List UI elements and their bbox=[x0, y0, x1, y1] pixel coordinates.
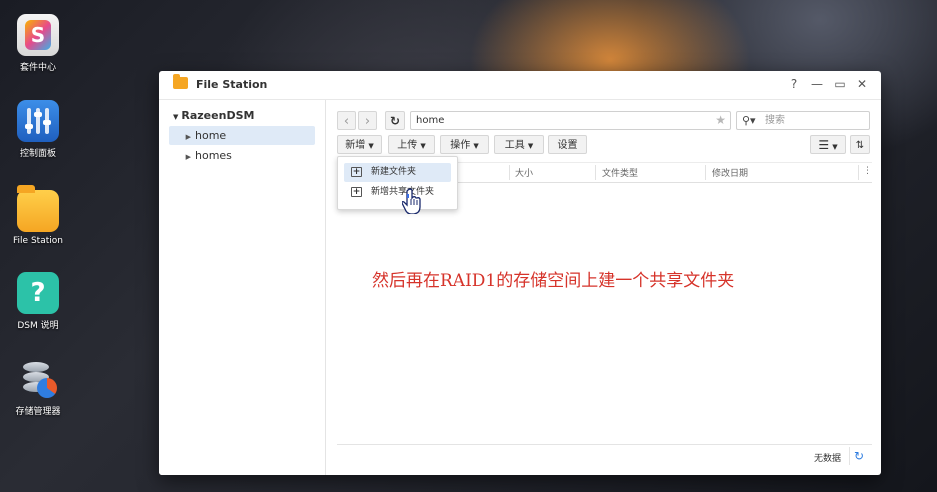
column-size[interactable]: 大小 bbox=[515, 166, 533, 179]
desktop-icon-storage-manager[interactable]: 存储管理器 bbox=[6, 358, 70, 417]
desktop-icon-label: File Station bbox=[13, 236, 63, 246]
caret-right-icon: ▶ bbox=[185, 153, 191, 161]
action-button[interactable]: 操作 ▼ bbox=[440, 135, 489, 154]
status-bar: 无数据 ↻ bbox=[337, 444, 872, 469]
create-button-label: 新增 bbox=[345, 140, 366, 151]
caret-right-icon: ▶ bbox=[185, 133, 191, 141]
forward-button[interactable]: › bbox=[358, 111, 377, 130]
desktop-icon-label: 套件中心 bbox=[19, 63, 56, 73]
create-button[interactable]: 新增 ▼ bbox=[337, 135, 382, 154]
help-button[interactable]: ? bbox=[786, 76, 802, 92]
column-divider bbox=[595, 165, 596, 180]
storage-manager-icon bbox=[17, 358, 59, 400]
desktop-icon-file-station[interactable]: File Station bbox=[6, 185, 70, 246]
list-icon: ☰ bbox=[818, 138, 830, 152]
help-icon: ? bbox=[17, 272, 59, 314]
search-placeholder: 搜索 bbox=[765, 115, 785, 126]
window-title: File Station bbox=[196, 78, 268, 91]
path-input[interactable]: home ★ bbox=[410, 111, 731, 130]
minimize-button[interactable]: — bbox=[809, 76, 825, 92]
caret-down-icon: ▼ bbox=[173, 113, 179, 121]
desktop-icon-package-center[interactable]: S 套件中心 bbox=[6, 14, 70, 73]
tools-button-label: 工具 bbox=[504, 140, 525, 151]
refresh-button[interactable]: ↻ bbox=[385, 111, 405, 130]
column-divider bbox=[705, 165, 706, 180]
caret-down-icon: ▼ bbox=[420, 142, 426, 150]
desktop-icon-label: 存储管理器 bbox=[15, 407, 61, 417]
column-divider bbox=[858, 165, 859, 180]
column-divider bbox=[509, 165, 510, 180]
upload-button-label: 上传 bbox=[397, 140, 418, 151]
menu-item-new-shared-folder[interactable]: + 新增共享文件夹 bbox=[344, 183, 451, 202]
view-mode-button[interactable]: ☰ ▼ bbox=[810, 135, 846, 154]
caret-down-icon: ▼ bbox=[473, 142, 479, 150]
sidebar-item-label: home bbox=[195, 129, 227, 142]
file-station-icon bbox=[17, 185, 59, 232]
search-input[interactable]: ⚲▾ 搜索 bbox=[736, 111, 870, 130]
caret-down-icon: ▼ bbox=[368, 142, 374, 150]
tree-root[interactable]: ▼ RazeenDSM bbox=[173, 109, 254, 122]
column-type[interactable]: 文件类型 bbox=[602, 166, 638, 179]
folder-icon bbox=[173, 74, 188, 89]
folder-tree: ▼ RazeenDSM ▶ home ▶ homes bbox=[159, 100, 326, 475]
maximize-button[interactable]: ▭ bbox=[832, 76, 848, 92]
caret-down-icon: ▼ bbox=[527, 142, 534, 150]
desktop-icon-label: DSM 说明 bbox=[17, 321, 59, 331]
column-menu-icon[interactable]: ⋮ bbox=[863, 166, 872, 176]
status-text: 无数据 bbox=[813, 454, 841, 464]
caret-down-icon: ▼ bbox=[832, 143, 838, 151]
tree-root-label: RazeenDSM bbox=[181, 109, 255, 122]
create-dropdown-menu: + 新建文件夹 + 新增共享文件夹 bbox=[337, 156, 458, 210]
search-icon: ⚲▾ bbox=[742, 114, 756, 127]
sidebar-item-homes[interactable]: ▶ homes bbox=[169, 146, 315, 165]
sidebar-item-home[interactable]: ▶ home bbox=[169, 126, 315, 145]
sort-button[interactable]: ⇅ bbox=[850, 135, 870, 154]
hand-cursor-icon bbox=[402, 188, 421, 214]
desktop-icon-label: 控制面板 bbox=[19, 149, 56, 159]
settings-button[interactable]: 设置 bbox=[548, 135, 587, 154]
sidebar-item-label: homes bbox=[195, 149, 232, 162]
upload-button[interactable]: 上传 ▼ bbox=[388, 135, 435, 154]
menu-item-new-folder[interactable]: + 新建文件夹 bbox=[344, 163, 451, 182]
column-modified[interactable]: 修改日期 bbox=[712, 166, 748, 179]
close-button[interactable]: ✕ bbox=[854, 76, 870, 92]
action-button-label: 操作 bbox=[450, 140, 471, 151]
menu-item-label: 新建文件夹 bbox=[371, 167, 417, 177]
tutorial-caption: 然后再在RAID1的存储空间上建一个共享文件夹 bbox=[372, 271, 735, 291]
control-panel-icon bbox=[17, 100, 59, 142]
back-button[interactable]: ‹ bbox=[337, 111, 356, 130]
refresh-icon[interactable]: ↻ bbox=[849, 447, 868, 465]
tools-button[interactable]: 工具 ▼ bbox=[494, 135, 544, 154]
star-icon[interactable]: ★ bbox=[715, 112, 726, 129]
window-titlebar[interactable]: File Station ? — ▭ ✕ bbox=[159, 71, 881, 100]
desktop-icon-control-panel[interactable]: 控制面板 bbox=[6, 100, 70, 159]
add-folder-icon: + bbox=[351, 167, 362, 177]
add-shared-folder-icon: + bbox=[351, 187, 362, 197]
sort-icon: ⇅ bbox=[855, 140, 865, 151]
desktop-icon-dsm-help[interactable]: ? DSM 说明 bbox=[6, 272, 70, 331]
package-center-icon: S bbox=[17, 14, 59, 56]
path-value: home bbox=[416, 115, 445, 126]
